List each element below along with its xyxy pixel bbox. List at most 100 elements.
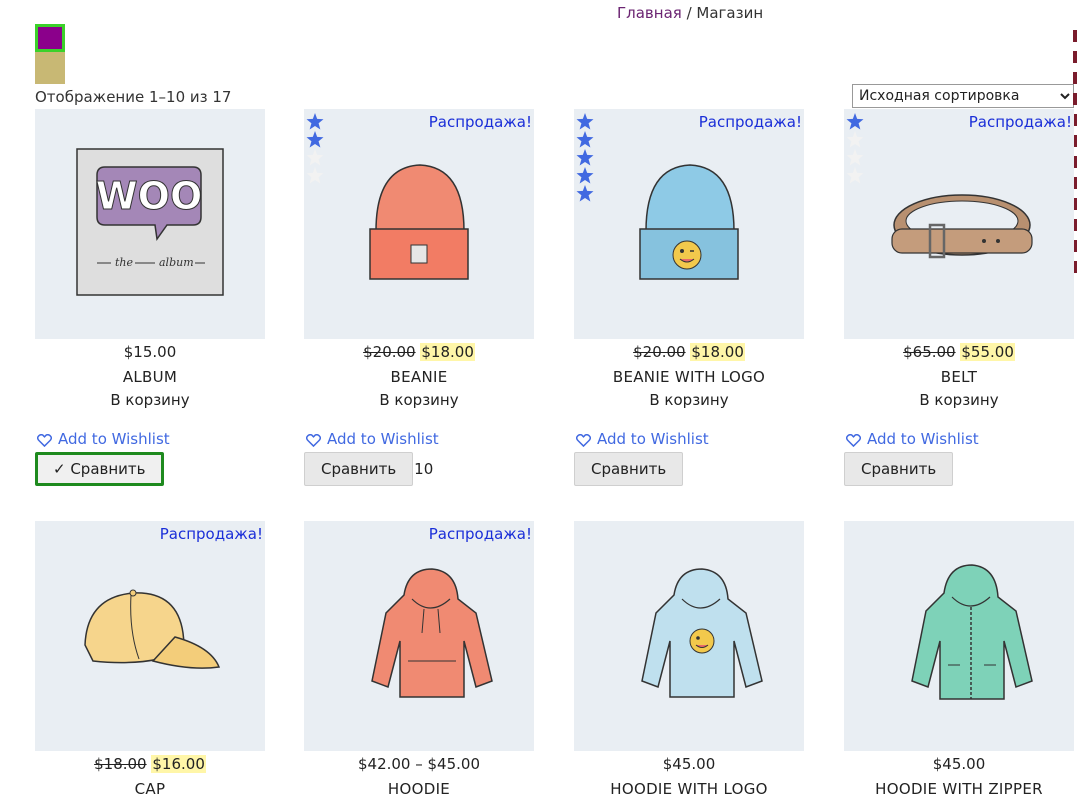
old-price: $20.00: [363, 343, 416, 361]
heart-icon: [845, 433, 862, 448]
product-image[interactable]: WOO the album: [35, 109, 265, 339]
star-empty-icon: [306, 149, 324, 166]
product-name[interactable]: HOODIE WITH ZIPPER: [844, 780, 1074, 798]
sort-dropdown[interactable]: Исходная сортировка: [852, 84, 1074, 108]
wishlist-label: Add to Wishlist: [327, 430, 439, 448]
star-filled-icon: [576, 167, 594, 184]
product-card-beanie: Распродажа! $20.00 $18.00 BEANIE В корзи…: [304, 109, 534, 486]
star-filled-icon: [576, 113, 594, 130]
star-filled-icon: [306, 131, 324, 148]
sale-badge: Распродажа!: [428, 525, 532, 543]
old-price: $20.00: [633, 343, 686, 361]
product-card-belt: Распродажа! $65.00 $55.00 BELT В корзину…: [844, 109, 1074, 486]
product-card-cap: Распродажа! $18.00 $16.00 CAP: [35, 521, 265, 798]
old-price: $65.00: [903, 343, 956, 361]
add-to-wishlist-link[interactable]: Add to Wishlist: [574, 430, 804, 448]
breadcrumb-current: Магазин: [696, 4, 764, 22]
breadcrumb: Главная / Магазин: [617, 4, 763, 22]
current-price: $15.00: [123, 343, 177, 361]
breadcrumb-separator: /: [681, 4, 697, 22]
product-name[interactable]: HOODIE: [304, 780, 534, 798]
rating-stars: [576, 113, 596, 203]
add-to-cart-link[interactable]: В корзину: [35, 391, 265, 409]
result-count: Отображение 1–10 из 17: [35, 88, 232, 106]
product-card-beanie-with-logo: Распродажа! $20.00 $18.00 BEANIE WITH LO…: [574, 109, 804, 486]
sale-price: $16.00: [151, 755, 206, 773]
star-empty-icon: [846, 131, 864, 148]
product-name[interactable]: BEANIE: [304, 368, 534, 386]
star-filled-icon: [306, 113, 324, 130]
add-to-cart-link[interactable]: В корзину: [304, 391, 534, 409]
product-price: $15.00: [35, 343, 265, 361]
star-empty-icon: [306, 167, 324, 184]
sale-badge: Распродажа!: [698, 113, 802, 131]
product-price: $45.00: [844, 755, 1074, 773]
cap-art-icon: [84, 589, 221, 669]
star-filled-icon: [576, 185, 594, 202]
star-empty-icon: [846, 149, 864, 166]
product-image[interactable]: Распродажа!: [574, 109, 804, 339]
product-name[interactable]: ALBUM: [35, 368, 265, 386]
color-swatch-tan[interactable]: [35, 52, 65, 84]
product-price: $65.00 $55.00: [844, 343, 1074, 361]
product-name[interactable]: BEANIE WITH LOGO: [574, 368, 804, 386]
current-price: $45.00: [662, 755, 716, 773]
product-price: $18.00 $16.00: [35, 755, 265, 773]
product-image[interactable]: Распродажа!: [304, 109, 534, 339]
product-card-hoodie: Распродажа! $42.00 – $45.00 HOODIE: [304, 521, 534, 798]
product-image[interactable]: [574, 521, 804, 751]
sale-price: $18.00: [420, 343, 475, 361]
add-to-wishlist-link[interactable]: Add to Wishlist: [35, 430, 265, 448]
heart-icon: [36, 433, 53, 448]
rating-stars: [306, 113, 326, 185]
product-price: $20.00 $18.00: [574, 343, 804, 361]
product-image[interactable]: Распродажа!: [844, 109, 1074, 339]
wishlist-label: Add to Wishlist: [597, 430, 709, 448]
rating-stars: [846, 113, 866, 185]
star-filled-icon: [576, 149, 594, 166]
product-card-hoodie-with-logo: $45.00 HOODIE WITH LOGO: [574, 521, 804, 798]
compare-button[interactable]: Сравнить: [304, 452, 414, 486]
star-empty-icon: [846, 167, 864, 184]
compare-button[interactable]: Сравнить: [574, 452, 684, 486]
add-to-cart-link[interactable]: В корзину: [574, 391, 804, 409]
breadcrumb-home-link[interactable]: Главная: [617, 4, 682, 22]
product-price: $45.00: [574, 755, 804, 773]
product-name[interactable]: CAP: [35, 780, 265, 798]
product-price: $20.00 $18.00: [304, 343, 534, 361]
sale-price: $18.00: [690, 343, 745, 361]
product-card-album: WOO the album $15.00 ALBUM В корзину Add…: [35, 109, 265, 486]
compare-count: 10: [414, 460, 434, 478]
heart-icon: [305, 433, 322, 448]
sale-price: $55.00: [960, 343, 1015, 361]
current-price: $45.00: [932, 755, 986, 773]
compare-button[interactable]: Сравнить: [844, 452, 954, 486]
add-to-wishlist-link[interactable]: Add to Wishlist: [304, 430, 534, 448]
hoodie-logo-art-icon: [641, 568, 763, 698]
sale-badge: Распродажа!: [159, 525, 263, 543]
current-price: $42.00 – $45.00: [357, 755, 480, 773]
sale-badge: Распродажа!: [428, 113, 532, 131]
wishlist-label: Add to Wishlist: [867, 430, 979, 448]
product-image[interactable]: Распродажа!: [35, 521, 265, 751]
sale-badge: Распродажа!: [968, 113, 1072, 131]
product-name[interactable]: HOODIE WITH LOGO: [574, 780, 804, 798]
color-swatch-purple[interactable]: [35, 24, 65, 52]
album-art-icon: WOO the album: [76, 148, 224, 296]
heart-icon: [575, 433, 592, 448]
svg-text:album: album: [159, 256, 194, 269]
svg-text:the: the: [115, 256, 134, 269]
svg-text:WOO: WOO: [96, 174, 203, 218]
add-to-wishlist-link[interactable]: Add to Wishlist: [844, 430, 1074, 448]
hoodie-art-icon: [371, 568, 493, 698]
beanie-logo-art-icon: [639, 164, 739, 280]
compare-button[interactable]: ✓ Сравнить: [35, 452, 164, 486]
belt-art-icon: [891, 194, 1033, 259]
product-image[interactable]: [844, 521, 1074, 751]
product-image[interactable]: Распродажа!: [304, 521, 534, 751]
product-name[interactable]: BELT: [844, 368, 1074, 386]
add-to-cart-link[interactable]: В корзину: [844, 391, 1074, 409]
wishlist-label: Add to Wishlist: [58, 430, 170, 448]
beanie-art-icon: [369, 164, 469, 280]
old-price: $18.00: [94, 755, 147, 773]
